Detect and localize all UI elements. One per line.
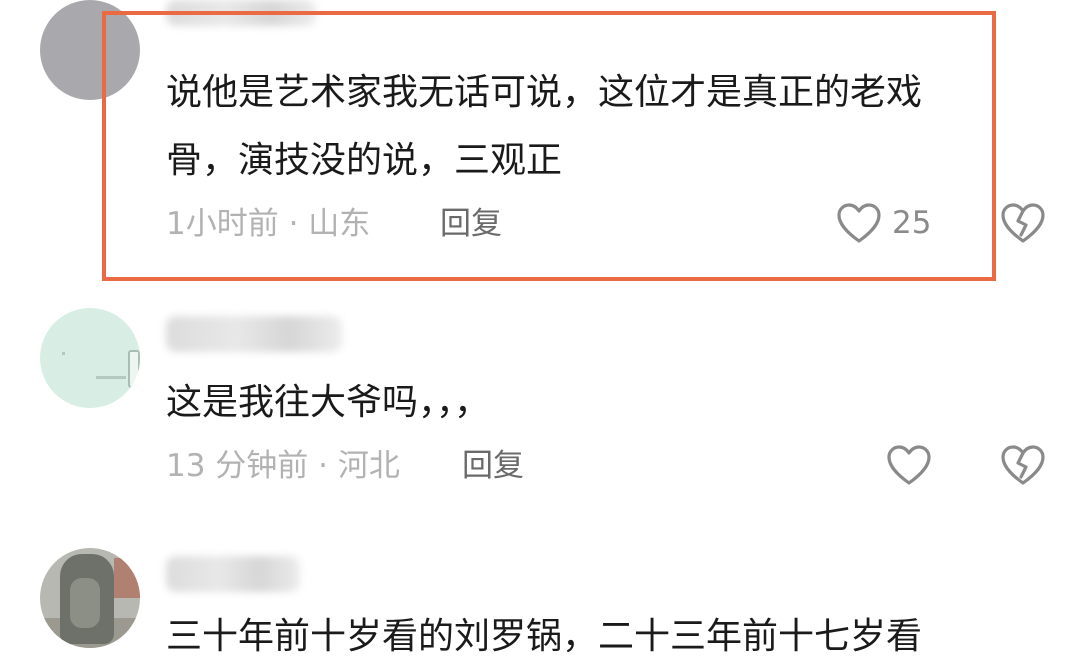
like-count: 25 — [892, 205, 932, 241]
broken-heart-icon — [1000, 444, 1046, 486]
username-blurred[interactable] — [166, 0, 316, 26]
comment-text-line: 三十年前十岁看的刘罗锅，二十三年前十七岁看 — [166, 616, 923, 657]
comment-meta: 13 分钟前 · 河北 — [166, 448, 400, 484]
comment-text-line: 这是我往大爷吗，，， — [166, 382, 491, 423]
username-blurred[interactable] — [166, 556, 300, 592]
heart-outline-icon — [886, 444, 932, 486]
avatar-detail — [70, 578, 100, 628]
avatar-detail — [114, 558, 140, 598]
dislike-button[interactable] — [1000, 444, 1046, 486]
like-button[interactable]: 25 — [836, 202, 931, 244]
avatar[interactable] — [40, 0, 140, 100]
avatar[interactable] — [40, 308, 140, 408]
avatar-detail — [96, 376, 126, 379]
avatar[interactable] — [40, 548, 140, 648]
reply-button[interactable]: 回复 — [462, 446, 524, 486]
avatar-detail — [128, 350, 140, 388]
avatar-detail — [62, 352, 65, 355]
reply-button[interactable]: 回复 — [440, 204, 502, 244]
heart-outline-icon — [836, 202, 882, 244]
comment-text-line: 骨，演技没的说，三观正 — [166, 140, 563, 181]
dislike-button[interactable] — [1000, 202, 1046, 244]
comment-screen: 说他是艺术家我无话可说，这位才是真正的老戏 骨，演技没的说，三观正 1小时前 ·… — [0, 0, 1080, 662]
comment-meta: 1小时前 · 山东 — [166, 206, 371, 242]
comment-text-line: 说他是艺术家我无话可说，这位才是真正的老戏 — [166, 72, 923, 113]
like-button[interactable] — [886, 444, 932, 486]
username-blurred[interactable] — [166, 316, 342, 352]
broken-heart-icon — [1000, 202, 1046, 244]
